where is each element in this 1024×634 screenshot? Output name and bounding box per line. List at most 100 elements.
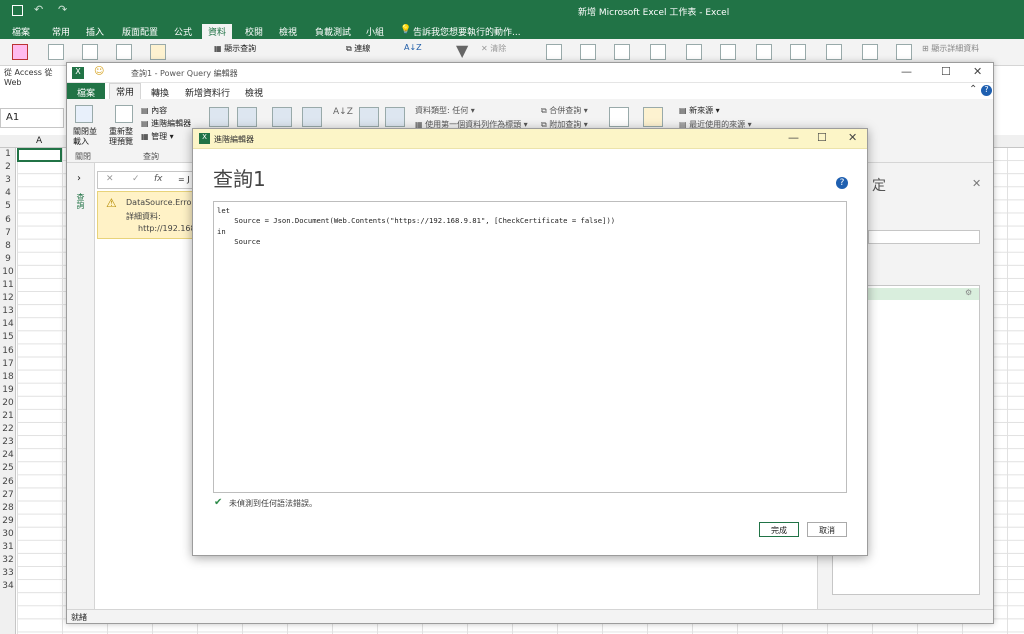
remove-duplicates-icon[interactable] [614,44,630,60]
show-queries-button[interactable]: ▦ 顯示查詢 [214,43,256,54]
split-column-icon[interactable] [359,107,379,127]
smiley-icon[interactable]: ☺ [94,66,104,77]
sort-az-icon[interactable]: A↓Z [404,43,422,52]
help-icon[interactable]: ? [836,177,848,189]
row-number[interactable]: 21 [0,411,16,421]
relationships-icon[interactable] [720,44,736,60]
close-load-button[interactable]: 關閉並 載入 [73,127,97,147]
row-number[interactable]: 1 [0,149,16,159]
row-number[interactable]: 7 [0,228,16,238]
row-number[interactable]: 27 [0,490,16,500]
row-number[interactable]: 33 [0,568,16,578]
row-number[interactable]: 17 [0,359,16,369]
close-settings-icon[interactable]: ✕ [972,177,981,190]
row-number[interactable]: 8 [0,241,16,251]
row-number[interactable]: 34 [0,581,16,591]
refresh-preview-button[interactable]: 重新整 理預覽 [109,127,133,147]
existing-connections-icon[interactable] [150,44,166,60]
row-number[interactable]: 26 [0,477,16,487]
subtotal-icon[interactable] [896,44,912,60]
row-number[interactable]: 14 [0,319,16,329]
excel-tab-load-test[interactable]: 負載測試 [315,25,351,38]
row-number[interactable]: 30 [0,529,16,539]
m-code-editor[interactable]: let Source = Json.Document(Web.Contents(… [213,201,847,493]
row-number[interactable]: 24 [0,450,16,460]
excel-tab-formulas[interactable]: 公式 [174,25,192,38]
row-number[interactable]: 5 [0,201,16,211]
row-number[interactable]: 28 [0,503,16,513]
pq-tab-add-column[interactable]: 新增資料行 [185,86,230,99]
row-number[interactable]: 22 [0,424,16,434]
data-source-settings-icon[interactable] [643,107,663,127]
row-number[interactable]: 6 [0,215,16,225]
dialog-minimize-icon[interactable]: — [788,131,799,144]
row-number[interactable]: 9 [0,254,16,264]
row-number[interactable]: 3 [0,175,16,185]
done-button[interactable]: 完成 [759,522,799,537]
properties-button[interactable]: ▤ 內容 [141,105,167,116]
dialog-maximize-icon[interactable]: ☐ [817,131,827,144]
maximize-icon[interactable]: ☐ [941,65,951,78]
minimize-icon[interactable]: — [901,65,912,78]
help-icon[interactable]: ? [981,85,992,96]
filter-icon[interactable]: ▼ [456,41,468,60]
formula-text[interactable]: = J [178,175,190,184]
row-number[interactable]: 29 [0,516,16,526]
row-number[interactable]: 11 [0,280,16,290]
new-source-button[interactable]: ▤ 新來源 ▾ [679,105,720,116]
manage-button[interactable]: ▦ 管理 ▾ [141,131,174,142]
ungroup-icon[interactable] [862,44,878,60]
text-to-columns-icon[interactable] [546,44,562,60]
merge-queries-button[interactable]: ⧉ 合併查詢 ▾ [541,105,588,116]
cancel-button[interactable]: 取消 [807,522,847,537]
row-number[interactable]: 2 [0,162,16,172]
data-type-dropdown[interactable]: 資料類型: 任何 ▾ [415,105,475,116]
row-number[interactable]: 12 [0,293,16,303]
group-icon[interactable] [826,44,842,60]
manage-parameters-icon[interactable] [609,107,629,127]
group-by-icon[interactable] [385,107,405,127]
close-load-icon[interactable] [75,105,93,123]
excel-tab-insert[interactable]: 插入 [86,25,104,38]
expand-queries-icon[interactable]: › [77,173,81,184]
pq-tab-transform[interactable]: 轉換 [151,86,169,99]
excel-tab-home[interactable]: 常用 [52,25,70,38]
column-a-header[interactable]: A [36,136,42,146]
step-settings-icon[interactable]: ⚙ [965,288,972,297]
undo-icon[interactable]: ↶ [34,3,43,16]
excel-tab-review[interactable]: 校閱 [245,25,263,38]
row-number[interactable]: 18 [0,372,16,382]
data-validation-icon[interactable] [650,44,666,60]
cancel-formula-icon[interactable]: ✕ [106,174,114,184]
what-if-icon[interactable] [756,44,772,60]
row-number[interactable]: 10 [0,267,16,277]
excel-tab-team[interactable]: 小組 [366,25,384,38]
row-number[interactable]: 32 [0,555,16,565]
keep-rows-icon[interactable] [272,107,292,127]
save-icon[interactable] [12,5,23,16]
pq-tab-home[interactable]: 常用 [109,83,142,99]
row-number[interactable]: 23 [0,437,16,447]
pq-tab-view[interactable]: 檢視 [245,86,263,99]
confirm-formula-icon[interactable]: ✓ [132,174,140,184]
text-file-icon[interactable] [82,44,98,60]
flash-fill-icon[interactable] [580,44,596,60]
pq-tab-file[interactable]: 檔案 [67,83,105,99]
row-number[interactable]: 31 [0,542,16,552]
choose-columns-icon[interactable] [209,107,229,127]
row-number[interactable]: 25 [0,463,16,473]
advanced-editor-button[interactable]: ▤ 進階編輯器 [141,118,191,129]
dialog-close-icon[interactable]: ✕ [848,131,857,144]
consolidate-icon[interactable] [686,44,702,60]
refresh-icon[interactable] [115,105,133,123]
excel-tab-page-layout[interactable]: 版面配置 [122,25,158,38]
access-icon[interactable] [12,44,28,60]
row-number[interactable]: 13 [0,306,16,316]
excel-tab-data[interactable]: 資料 [202,24,233,39]
tell-me-box[interactable]: 告訴我您想要執行的動作... [413,25,521,38]
sort-icon[interactable]: A↓Z [333,107,353,117]
name-box[interactable]: A1 [0,108,64,128]
show-detail-button[interactable]: ⊞ 顯示詳細資料 [922,43,979,54]
excel-tab-view[interactable]: 檢視 [279,25,297,38]
fx-icon[interactable]: fx [154,174,163,184]
